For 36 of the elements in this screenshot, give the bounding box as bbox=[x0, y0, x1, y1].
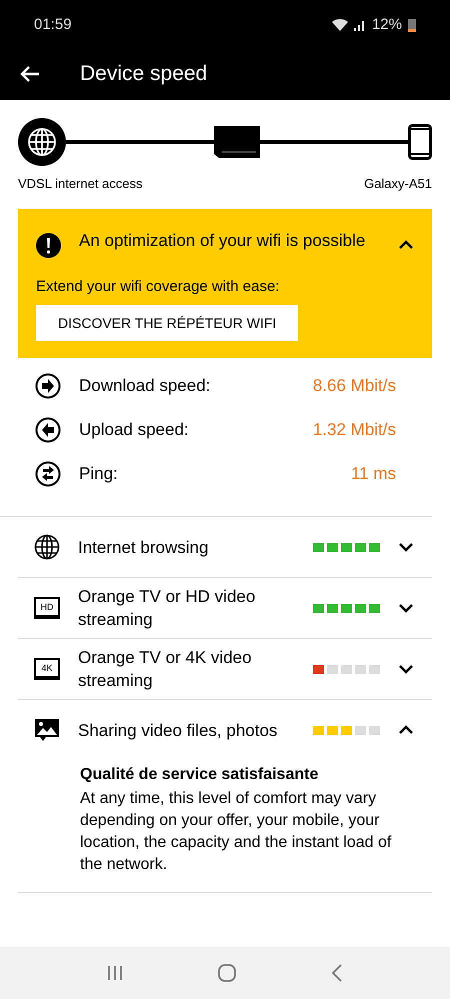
alert-title: An optimization of your wifi is possible bbox=[79, 230, 366, 252]
page-title: Device speed bbox=[80, 62, 208, 86]
speed-value: 1.32 Mbit/s bbox=[312, 420, 396, 440]
detail-text: At any time, this level of comfort may vary depending on your offer, your mobile, your location, the capacity and the instant load of the network. bbox=[80, 789, 392, 875]
detail-title: Qualité de service satisfaisante bbox=[80, 766, 320, 784]
chevron-down-icon[interactable] bbox=[398, 664, 414, 674]
service-label[interactable]: Internet browsing bbox=[78, 536, 295, 558]
speed-label: Ping: bbox=[79, 464, 119, 484]
speed-value: 11 ms bbox=[350, 464, 396, 484]
speed-label: Download speed: bbox=[79, 376, 212, 396]
back-arrow-icon[interactable] bbox=[20, 65, 40, 83]
speed-label: Upload speed: bbox=[79, 420, 190, 440]
exclamation-icon bbox=[36, 233, 61, 258]
back-icon[interactable] bbox=[330, 964, 343, 982]
chevron-down-icon[interactable] bbox=[398, 603, 414, 613]
image-icon bbox=[34, 717, 60, 743]
wifi-icon bbox=[332, 18, 348, 30]
alert-text: Extend your wifi coverage with ease: bbox=[36, 278, 280, 295]
home-icon[interactable] bbox=[218, 964, 236, 982]
battery-icon bbox=[408, 16, 416, 32]
discover-button[interactable]: DISCOVER THE RÉPÉTEUR WIFI bbox=[36, 305, 298, 341]
battery-level: 12% bbox=[372, 16, 402, 32]
service-label[interactable]: Orange TV or 4K video streaming bbox=[78, 646, 295, 692]
status-time: 01:59 bbox=[34, 16, 72, 32]
source-label: VDSL internet access bbox=[18, 176, 143, 191]
chevron-up-icon[interactable] bbox=[398, 725, 414, 735]
device-label: Galaxy-A51 bbox=[364, 176, 432, 191]
recent-apps-icon[interactable] bbox=[107, 965, 124, 981]
speed-value: 8.66 Mbit/s bbox=[312, 376, 396, 396]
tv-icon: 4K bbox=[34, 658, 60, 680]
tv-icon: HD bbox=[34, 597, 60, 619]
service-label[interactable]: Orange TV or HD video streaming bbox=[78, 585, 295, 631]
chevron-down-icon[interactable] bbox=[398, 542, 414, 552]
service-label[interactable]: Sharing video files, photos bbox=[78, 718, 295, 742]
chevron-up-icon[interactable] bbox=[398, 240, 414, 250]
globe-icon bbox=[34, 534, 60, 560]
